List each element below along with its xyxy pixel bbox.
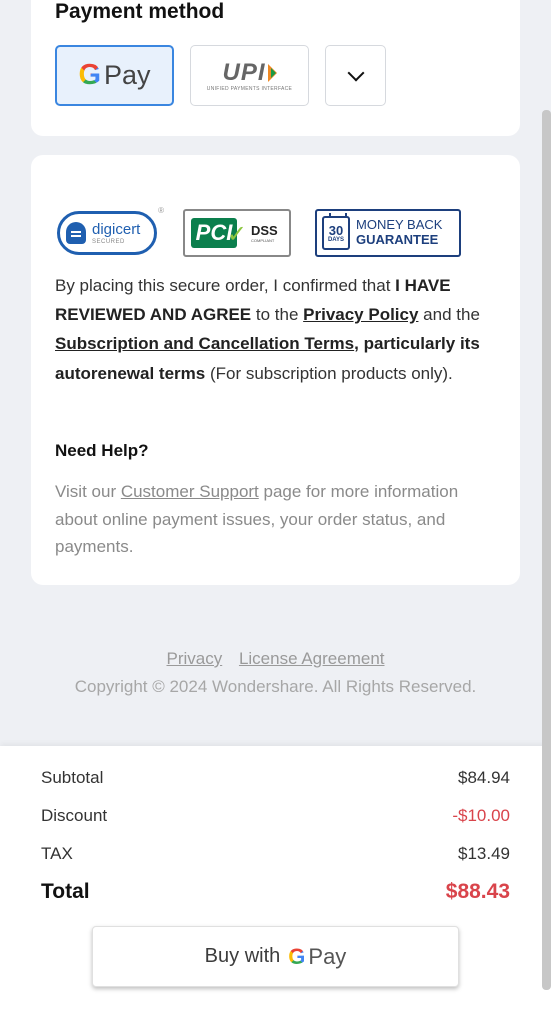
upi-option[interactable]: UPI UNIFIED PAYMENTS INTERFACE	[190, 45, 309, 106]
gpay-option[interactable]: G Pay	[55, 45, 174, 106]
order-info-card: digicert SECURED ® PCI ✓ DSS COMPLIANT 3…	[31, 155, 520, 585]
digicert-badge: digicert SECURED ®	[55, 206, 164, 258]
gpay-pay-label: Pay	[308, 943, 347, 969]
discount-value: -$10.00	[452, 806, 510, 825]
subtotal-label: Subtotal	[41, 768, 104, 787]
pci-compliant-label: COMPLIANT	[251, 237, 275, 243]
lock-icon	[66, 222, 86, 244]
discount-label: Discount	[41, 806, 108, 825]
privacy-policy-link[interactable]: Privacy Policy	[303, 305, 418, 324]
discount-row: Discount -$10.00	[41, 806, 510, 826]
total-row: Total $88.43	[41, 880, 510, 904]
order-summary-panel: Subtotal $84.94 Discount -$10.00 TAX $13…	[0, 746, 551, 1024]
pci-logo: PCI ✓	[191, 218, 247, 248]
calendar-icon: 30 DAYS	[322, 213, 350, 250]
subscription-terms-link[interactable]: Subscription and Cancellation Terms	[55, 334, 354, 353]
gpay-logo: G Pay	[78, 59, 150, 92]
money-days-number: 30	[328, 222, 344, 238]
registered-mark: ®	[158, 206, 164, 215]
terms-text-2: to the	[251, 305, 304, 325]
buy-button-label: Buy with	[204, 945, 281, 967]
subtotal-value: $84.94	[458, 768, 510, 787]
copyright-text: Copyright © 2024 Wondershare. All Rights…	[74, 677, 477, 696]
tax-value: $13.49	[458, 844, 510, 863]
upi-logo: UPI UNIFIED PAYMENTS INTERFACE	[207, 59, 292, 92]
pci-dss-badge: PCI ✓ DSS COMPLIANT	[183, 208, 291, 258]
privacy-link[interactable]: Privacy	[166, 649, 222, 668]
help-text: Visit our Customer Support page for more…	[55, 478, 500, 561]
trust-badges: digicert SECURED ® PCI ✓ DSS COMPLIANT 3…	[55, 206, 496, 258]
tax-label: TAX	[41, 844, 73, 863]
money-back-badge: 30 DAYS MONEY BACK GUARANTEE	[315, 208, 461, 258]
footer-links: Privacy License Agreement	[0, 649, 551, 669]
upi-label: UPI	[222, 59, 266, 86]
terms-text-1: By placing this secure order, I confirme…	[55, 276, 396, 295]
google-g-icon: G	[78, 59, 102, 91]
money-back-line1: MONEY BACK	[356, 217, 443, 233]
payment-method-card: Payment method G Pay UPI UNIFIED PAYMENT…	[31, 0, 520, 136]
google-g-icon: G	[288, 943, 306, 969]
upi-subtitle: UNIFIED PAYMENTS INTERFACE	[206, 86, 293, 92]
upi-arrow-icon	[267, 64, 277, 82]
terms-text-3: and the	[418, 305, 480, 325]
customer-support-link[interactable]: Customer Support	[121, 482, 259, 501]
scrollbar[interactable]	[542, 110, 551, 990]
order-terms-text: By placing this secure order, I confirme…	[55, 271, 496, 388]
help-text-1: Visit our	[55, 482, 121, 501]
subtotal-row: Subtotal $84.94	[41, 768, 510, 788]
gpay-label: Pay	[104, 60, 151, 90]
terms-text-4: (For subscription products only).	[205, 363, 453, 383]
tax-row: TAX $13.49	[41, 844, 510, 864]
pci-dss-label: DSS	[251, 222, 278, 238]
money-days-label: DAYS	[327, 236, 345, 243]
more-payment-options-button[interactable]	[325, 45, 386, 106]
need-help-title: Need Help?	[55, 441, 149, 460]
digicert-name: digicert	[92, 220, 141, 238]
payment-method-title: Payment method	[55, 0, 225, 23]
chevron-down-icon	[347, 64, 364, 81]
license-agreement-link[interactable]: License Agreement	[239, 649, 385, 668]
buy-with-gpay-button[interactable]: Buy with G Pay	[92, 926, 459, 987]
digicert-secured: SECURED	[92, 238, 125, 245]
money-back-line2: GUARANTEE	[356, 232, 439, 247]
checkmark-icon: ✓	[226, 221, 247, 248]
total-label: Total	[41, 880, 90, 903]
total-value: $88.43	[445, 880, 510, 903]
